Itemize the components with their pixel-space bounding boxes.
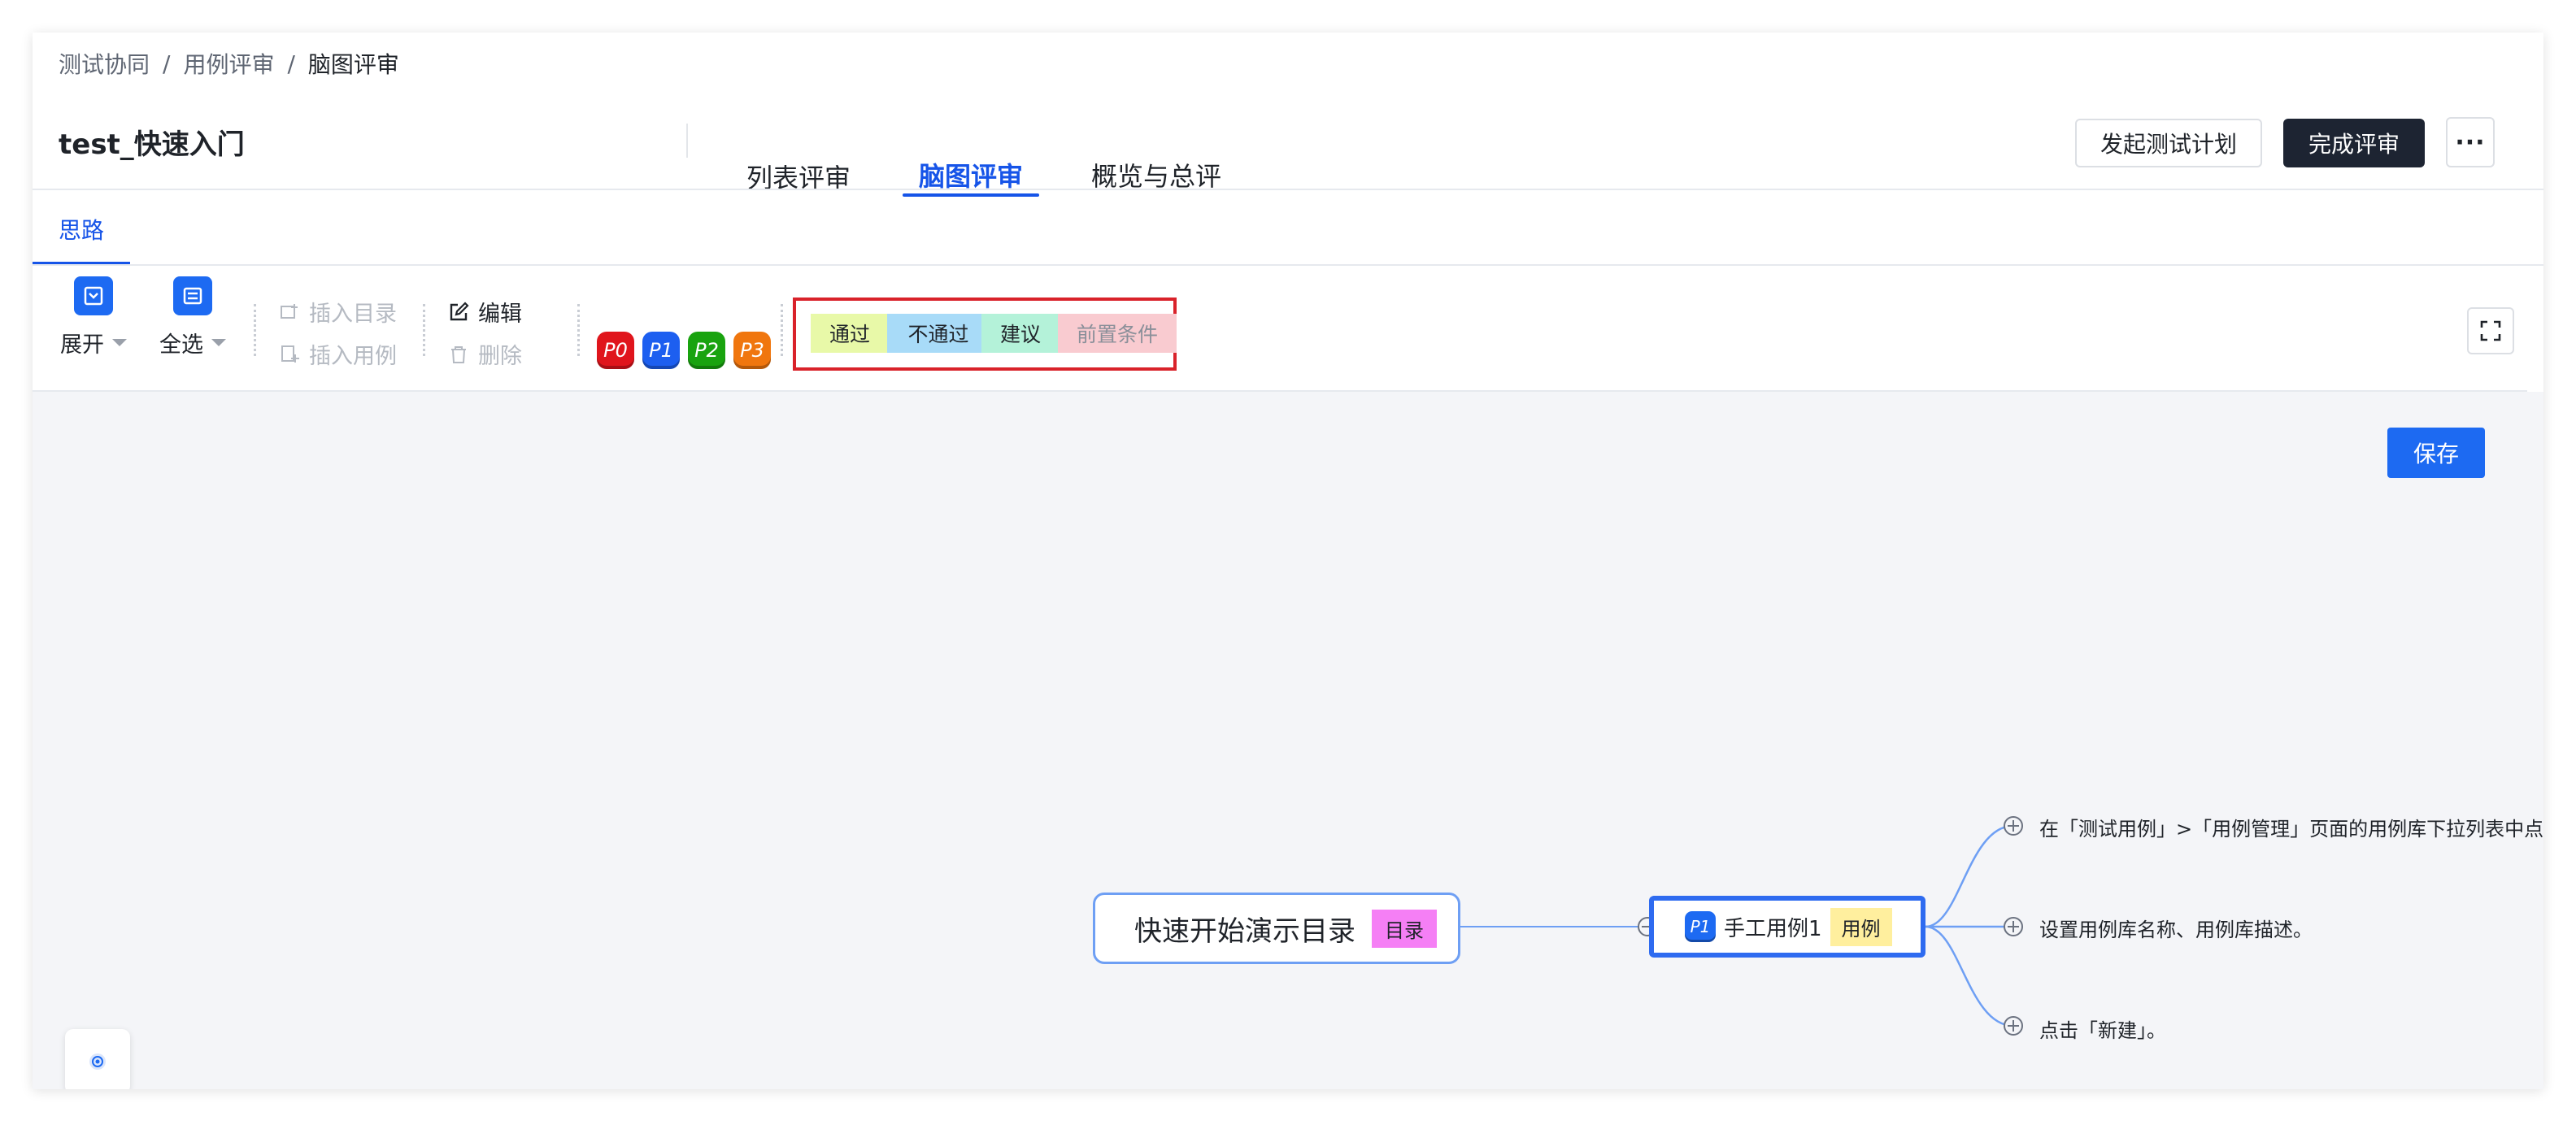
- plus-icon-v: [2012, 820, 2014, 832]
- expand-toggle[interactable]: [2004, 816, 2023, 836]
- case-tag: 用例: [1830, 907, 1892, 946]
- mindmap-case-node[interactable]: P1 手工用例1 用例: [1649, 896, 1925, 958]
- root-node-text: 快速开始演示目录: [1134, 914, 1355, 948]
- step-node-1[interactable]: 在「测试用例」>「用例管理」页面的用例库下拉列表中点击: [2039, 813, 2543, 841]
- expand-toggle[interactable]: [2004, 1016, 2023, 1036]
- step-node-2[interactable]: 设置用例库名称、用例库描述。: [2039, 914, 2313, 942]
- mindmap-root-node[interactable]: 快速开始演示目录 目录: [1093, 893, 1460, 964]
- step-node-3[interactable]: 点击「新建」。: [2039, 1014, 2166, 1043]
- target-icon: [89, 1053, 106, 1070]
- plus-icon-v: [2012, 921, 2014, 932]
- directory-tag: 目录: [1372, 909, 1437, 948]
- review-panel: 测试协同 / 用例评审 / 脑图评审 test_快速入门 列表评审 脑图评审 概…: [33, 33, 2543, 1089]
- plus-icon-v: [2012, 1020, 2014, 1032]
- priority-badge: P1: [1685, 911, 1716, 942]
- expand-toggle[interactable]: [2004, 917, 2023, 936]
- locate-button[interactable]: [65, 1029, 130, 1089]
- case-node-text: 手工用例1: [1724, 916, 1822, 941]
